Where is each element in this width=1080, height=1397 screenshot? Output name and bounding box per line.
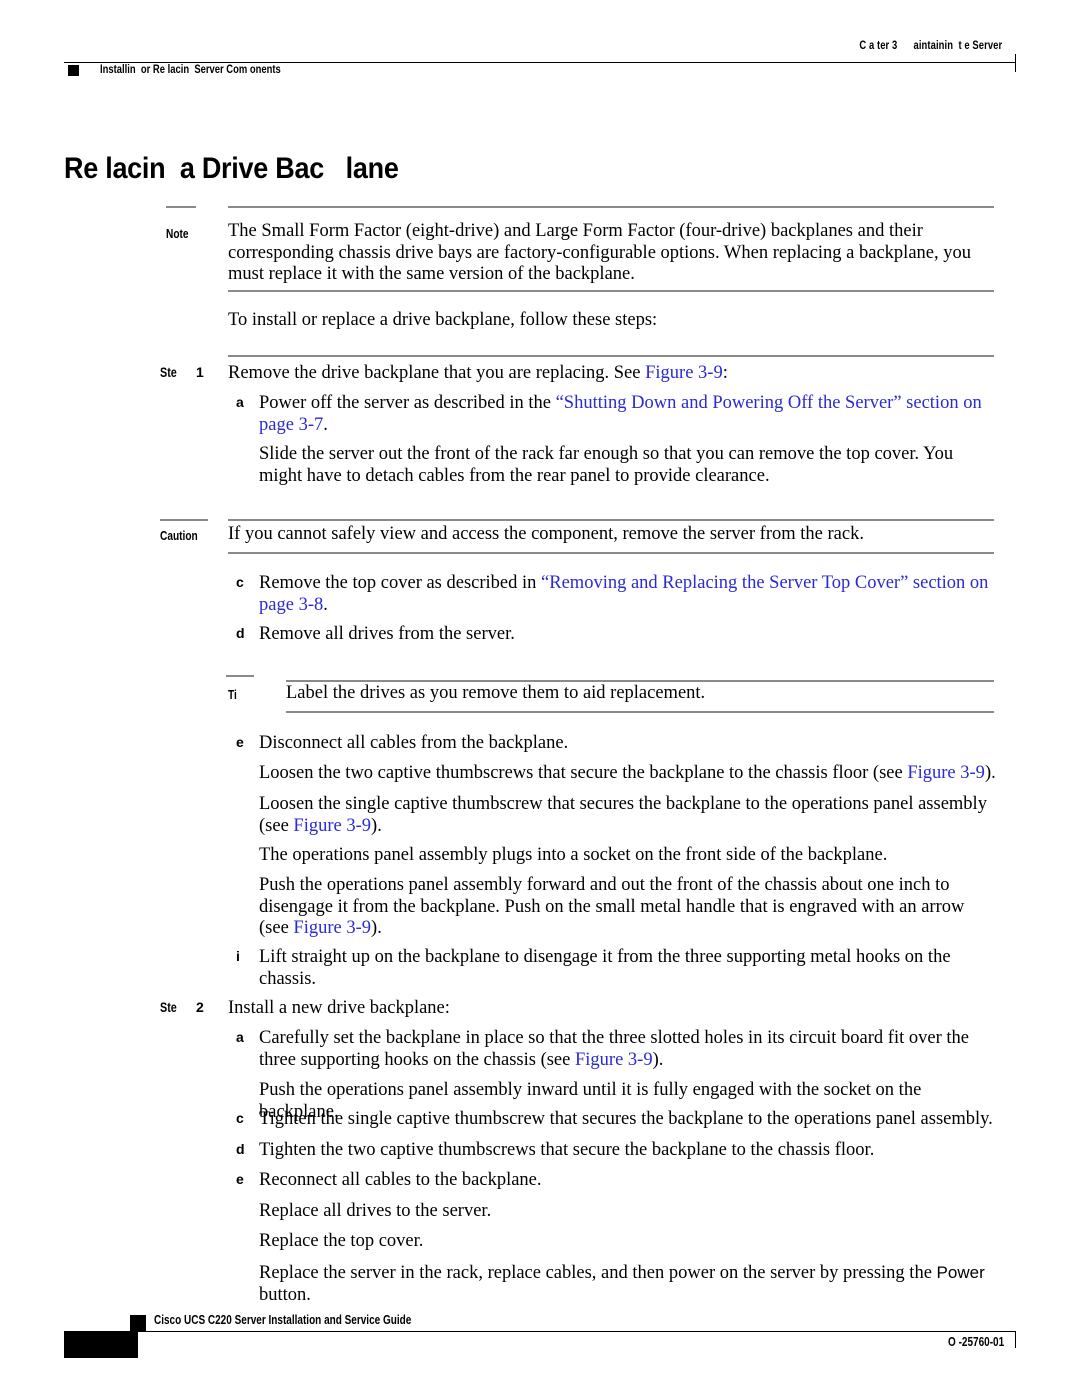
step2c-letter: c	[236, 1110, 244, 1126]
step2h-text: Replace the server in the rack, replace …	[259, 1263, 985, 1305]
step1-rule-top	[228, 355, 994, 357]
step1g-text: Loosen the single captive thumbscrew tha…	[259, 794, 987, 836]
step1-text: Remove the drive backplane that you are …	[228, 363, 994, 385]
footer-rule	[138, 1331, 1016, 1332]
step1c-section-link[interactable]: “Removing and Replacing the Server Top C…	[541, 573, 988, 593]
step2d-text: Tighten the two captive thumbscrews that…	[259, 1140, 875, 1160]
power-button-label: Power	[936, 1263, 985, 1282]
step1d-letter: d	[236, 625, 245, 641]
note-text: The Small Form Factor (eight-drive) and …	[228, 221, 971, 284]
tip-rule-top	[286, 680, 994, 682]
caution-label: Caution	[160, 528, 198, 543]
step2a-letter: a	[236, 1029, 244, 1045]
note-label: Note	[166, 226, 189, 241]
step1-text-before: Remove the drive backplane that you are …	[228, 363, 646, 383]
step2e-text: Reconnect all cables to the backplane.	[259, 1170, 542, 1190]
tip-rule-short	[226, 675, 254, 677]
step1e-text: Disconnect all cables from the backplane…	[259, 733, 569, 753]
footer-doc-title: Cisco UCS C220 Server Installation and S…	[154, 1313, 412, 1327]
footer-block-icon	[64, 1331, 138, 1358]
caution-rule-short	[160, 519, 208, 521]
step1d-text: Remove all drives from the server.	[259, 624, 515, 644]
step1f-figure-link[interactable]: Figure 3-9	[907, 763, 985, 783]
tip-label: Ti	[228, 687, 237, 702]
step1c-page-link[interactable]: page 3-8	[259, 595, 323, 615]
step1a-section-link[interactable]: “Shutting Down and Powering Off the Serv…	[556, 393, 982, 413]
header-rule-tick	[1015, 54, 1016, 72]
step2a-text: Carefully set the backplane in place so …	[259, 1028, 969, 1070]
step1a-text: Power off the server as described in the…	[259, 393, 982, 435]
note-rule-short	[166, 206, 196, 208]
step2a-figure-link[interactable]: Figure 3-9	[575, 1050, 653, 1070]
step1c-letter: c	[236, 574, 244, 590]
step2-text: Install a new drive backplane:	[228, 998, 450, 1018]
caution-rule-top	[228, 519, 994, 521]
step2d-letter: d	[236, 1141, 245, 1157]
step1f-text: Loosen the two captive thumbscrews that …	[259, 763, 996, 783]
step1e-letter: e	[236, 734, 244, 750]
step1b-text: Slide the server out the front of the ra…	[259, 444, 954, 486]
step1-figure-link[interactable]: Figure 3-9	[645, 363, 723, 383]
page-title: Re lacin a Drive Bac lane	[64, 152, 399, 186]
header-square-bullet-icon	[68, 65, 79, 76]
step1c-text: Remove the top cover as described in “Re…	[259, 573, 989, 615]
tip-text: Label the drives as you remove them to a…	[286, 683, 706, 703]
note-rule-top	[228, 206, 994, 208]
caution-rule-bottom	[228, 552, 994, 554]
step1i-letter: i	[236, 948, 240, 964]
step2g-text: Replace the top cover.	[259, 1231, 424, 1251]
step1i-text: Lift straight up on the backplane to dis…	[259, 947, 951, 989]
step2e-letter: e	[236, 1171, 244, 1187]
page-footer: Cisco UCS C220 Server Installation and S…	[64, 1301, 1016, 1359]
header-section-text: Installin or Re lacin Server Com onents	[100, 64, 281, 76]
step1-label: Ste	[160, 365, 177, 380]
step1h2-text: Push the operations panel assembly forwa…	[259, 875, 965, 938]
step2c-text: Tighten the single captive thumbscrew th…	[259, 1109, 993, 1129]
header-rule	[64, 62, 1016, 63]
step1a-page-link[interactable]: page 3-7	[259, 415, 323, 435]
step2-number: 2	[196, 999, 204, 1015]
step2f-text: Replace all drives to the server.	[259, 1201, 492, 1221]
footer-doc-id: O -25760-01	[947, 1335, 1004, 1349]
step1h2-figure-link[interactable]: Figure 3-9	[293, 918, 371, 938]
step1g-figure-link[interactable]: Figure 3-9	[293, 816, 371, 836]
step1a-letter: a	[236, 394, 244, 410]
footer-rule-tick	[1015, 1331, 1016, 1348]
step2-label: Ste	[160, 1000, 177, 1015]
caution-text: If you cannot safely view and access the…	[228, 524, 864, 544]
footer-square-small-icon	[130, 1315, 146, 1332]
running-header: C a ter 3 aintainin t e Server Installin…	[64, 40, 1016, 76]
header-chapter-text: C a ter 3 aintainin t e Server	[859, 40, 1002, 52]
note-rule-bottom	[228, 290, 994, 292]
intro-paragraph: To install or replace a drive backplane,…	[228, 310, 658, 330]
document-page: C a ter 3 aintainin t e Server Installin…	[0, 0, 1080, 1397]
tip-rule-bottom	[286, 711, 994, 713]
step1-number: 1	[196, 364, 204, 380]
step1-text-after: :	[722, 363, 728, 383]
step1h-text: The operations panel assembly plugs into…	[259, 845, 888, 865]
